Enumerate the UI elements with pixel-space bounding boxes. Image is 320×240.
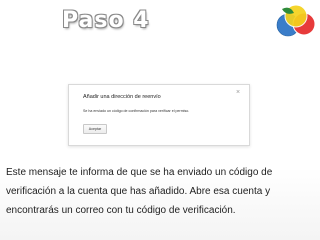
dialog-title: Añadir una dirección de reenvío	[83, 94, 161, 100]
dialog-message: Se ha enviado un código de confirmación …	[83, 109, 190, 113]
accept-button[interactable]: Aceptar	[83, 124, 107, 134]
close-icon[interactable]: ×	[236, 89, 240, 96]
description-text: Este mensaje te informa de que se ha env…	[6, 167, 273, 216]
page-title: Paso 4	[62, 8, 150, 33]
confirmation-dialog: Añadir una dirección de reenvío × Se ha …	[68, 84, 250, 146]
colorful-circles-logo	[276, 4, 316, 37]
